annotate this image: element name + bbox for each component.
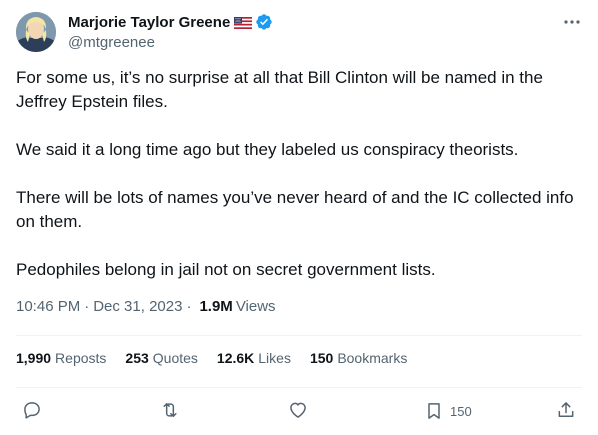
divider <box>16 335 582 336</box>
tweet-paragraph: For some us, it’s no surprise at all tha… <box>16 68 543 111</box>
bookmarks-count: 150 <box>309 350 334 366</box>
tweet-date[interactable]: Dec 31, 2023 <box>93 298 182 315</box>
bookmark-button[interactable]: 150 <box>424 400 472 422</box>
author-display-name[interactable]: Marjorie Taylor Greene <box>68 14 230 31</box>
more-icon[interactable] <box>562 12 582 32</box>
retweet-button[interactable] <box>160 400 180 422</box>
quotes-label: Quotes <box>152 350 198 366</box>
reposts-label: Reposts <box>55 350 107 366</box>
bookmarks-stat[interactable]: 150 Bookmarks <box>310 350 407 366</box>
reposts-count: 1,990 <box>16 350 52 366</box>
meta-separator: · <box>186 298 192 315</box>
share-icon <box>558 402 574 417</box>
author-handle[interactable]: @mtgreenee <box>68 34 155 51</box>
meta-separator: · <box>84 298 90 315</box>
verified-badge-icon[interactable] <box>255 13 273 31</box>
likes-label: Likes <box>258 350 291 366</box>
quotes-stat[interactable]: 253 Quotes <box>125 350 198 366</box>
bookmarks-label: Bookmarks <box>337 350 408 366</box>
likes-count: 12.6K <box>216 350 255 366</box>
reply-icon <box>24 402 40 419</box>
tweet-paragraph: We said it a long time ago but they labe… <box>16 140 519 159</box>
tweet-paragraph: Pedophiles belong in jail not on secret … <box>16 260 436 279</box>
bookmark-count: 150 <box>450 403 472 419</box>
tweet-text: For some us, it’s no surprise at all tha… <box>16 66 582 282</box>
tweet-paragraph: There will be lots of names you’ve never… <box>16 188 574 231</box>
like-button[interactable] <box>288 400 308 422</box>
likes-stat[interactable]: 12.6K Likes <box>217 350 291 366</box>
retweet-icon <box>163 403 177 417</box>
avatar[interactable] <box>16 12 56 52</box>
reply-button[interactable] <box>22 400 42 422</box>
tweet-time[interactable]: 10:46 PM <box>16 298 80 315</box>
views-label: Views <box>235 298 276 315</box>
bookmark-icon <box>428 403 440 419</box>
divider <box>16 387 582 388</box>
reposts-stat[interactable]: 1,990 Reposts <box>16 350 106 366</box>
tweet-meta: 10:46 PM · Dec 31, 2023 · 1.9M Views <box>16 298 276 315</box>
heart-icon <box>290 402 306 418</box>
us-flag-icon <box>234 16 253 29</box>
engagement-stats: 1,990 Reposts 253 Quotes 12.6K Likes 150 Boo… <box>16 350 426 366</box>
views-count: 1.9M <box>199 298 233 315</box>
share-button[interactable] <box>556 400 576 422</box>
quotes-count: 253 <box>125 350 149 366</box>
